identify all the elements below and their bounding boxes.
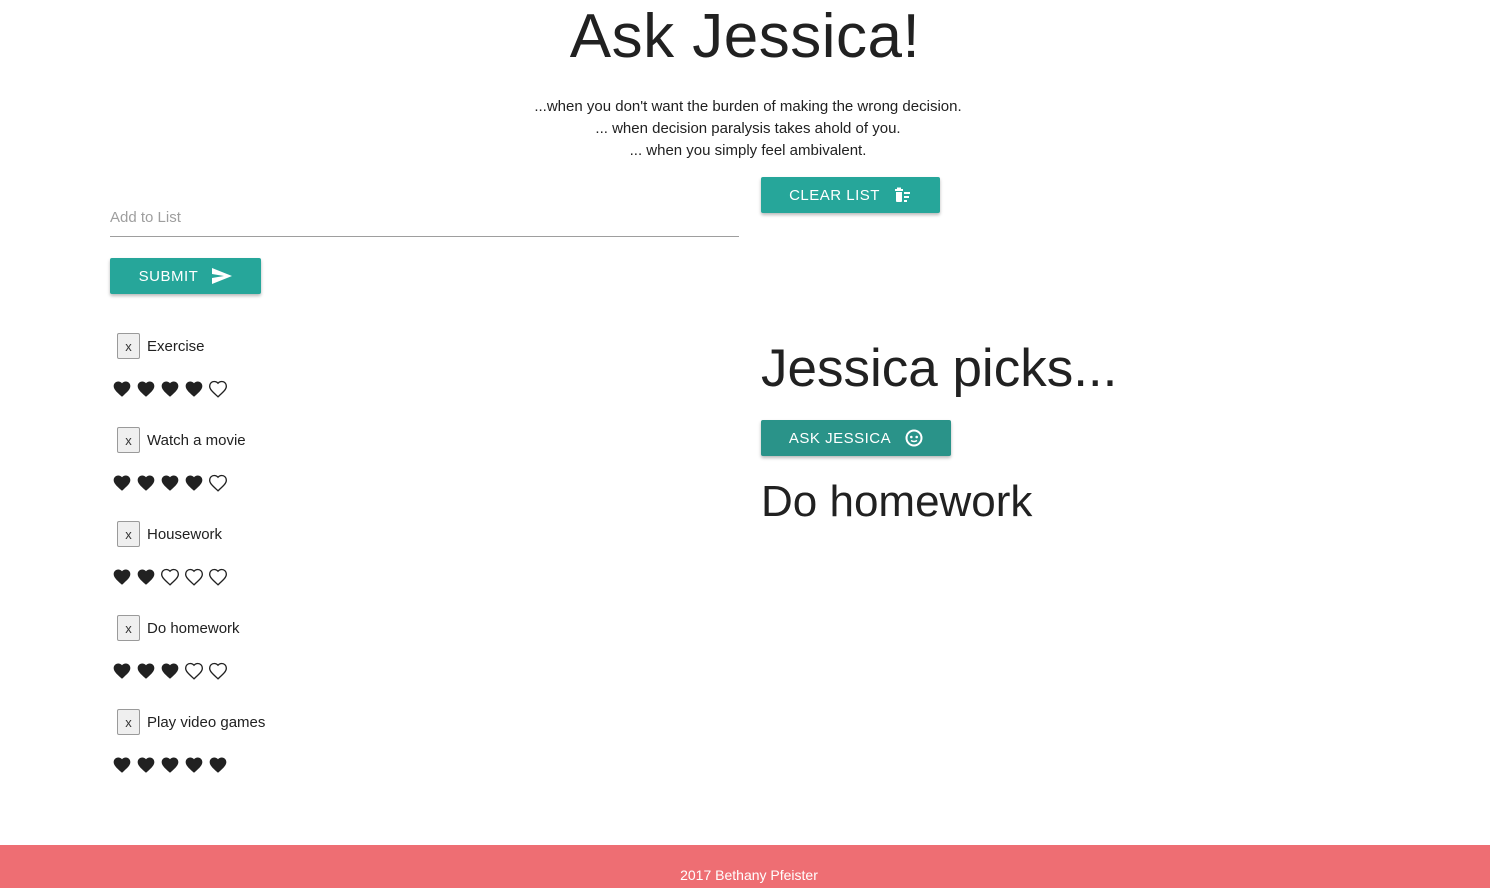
heart-filled-icon[interactable] xyxy=(183,755,205,775)
heart-outline-icon[interactable] xyxy=(183,661,205,681)
face-icon xyxy=(905,429,923,447)
rating-hearts xyxy=(111,661,229,681)
submit-label: SUBMIT xyxy=(138,267,199,285)
page-title: Ask Jessica! xyxy=(569,2,921,71)
remove-item-button[interactable]: x xyxy=(117,333,140,359)
list-item-row: x Exercise xyxy=(110,332,205,360)
remove-item-button[interactable]: x xyxy=(117,709,140,735)
remove-item-button[interactable]: x xyxy=(117,521,140,547)
ask-jessica-label: ASK JESSICA xyxy=(788,429,892,447)
rating-hearts xyxy=(111,567,229,587)
heart-filled-icon[interactable] xyxy=(135,379,157,399)
heart-filled-icon[interactable] xyxy=(183,379,205,399)
heart-outline-icon[interactable] xyxy=(159,567,181,587)
heart-outline-icon[interactable] xyxy=(207,661,229,681)
list-item-label: Play video games xyxy=(147,713,266,731)
list-item: x Housework xyxy=(110,520,710,614)
picks-heading: Jessica picks... xyxy=(761,339,1118,398)
heart-filled-icon[interactable] xyxy=(159,379,181,399)
heart-filled-icon[interactable] xyxy=(135,567,157,587)
heart-outline-icon[interactable] xyxy=(207,379,229,399)
heart-filled-icon[interactable] xyxy=(111,473,133,493)
heart-filled-icon[interactable] xyxy=(111,755,133,775)
remove-item-button[interactable]: x xyxy=(117,427,140,453)
tagline-line: ...when you don't want the burden of mak… xyxy=(534,98,962,115)
footer-text: 2017 Bethany Pfeister xyxy=(680,867,818,883)
heart-filled-icon[interactable] xyxy=(111,379,133,399)
clear-list-label: CLEAR LIST xyxy=(789,186,880,204)
list-item-label: Watch a movie xyxy=(147,431,246,449)
submit-button[interactable]: SUBMIT xyxy=(110,258,261,294)
heart-filled-icon[interactable] xyxy=(135,661,157,681)
list-item-row: x Do homework xyxy=(110,614,240,642)
delete-sweep-icon xyxy=(894,187,912,203)
list-item-row: x Housework xyxy=(110,520,222,548)
heart-outline-icon[interactable] xyxy=(183,567,205,587)
list-item-label: Housework xyxy=(147,525,223,543)
clear-list-button[interactable]: CLEAR LIST xyxy=(761,177,940,213)
heart-filled-icon[interactable] xyxy=(135,755,157,775)
heart-filled-icon[interactable] xyxy=(135,473,157,493)
list-item: x Exercise xyxy=(110,332,710,426)
heart-filled-icon[interactable] xyxy=(111,567,133,587)
list-item-row: x Watch a movie xyxy=(110,426,246,454)
pick-result: Do homework xyxy=(761,477,1033,526)
footer: 2017 Bethany Pfeister xyxy=(0,845,1490,888)
rating-hearts xyxy=(111,473,229,493)
heart-outline-icon[interactable] xyxy=(207,473,229,493)
rating-hearts xyxy=(111,379,229,399)
list-item: x Do homework xyxy=(110,614,710,708)
list-item-label: Exercise xyxy=(147,337,205,355)
send-icon xyxy=(212,268,233,284)
list-item-row: x Play video games xyxy=(110,708,265,736)
remove-item-button[interactable]: x xyxy=(117,615,140,641)
heart-filled-icon[interactable] xyxy=(159,473,181,493)
tagline-line: ... when you simply feel ambivalent. xyxy=(629,142,867,159)
list-item-label: Do homework xyxy=(147,619,240,637)
choice-list: x Exercise x Watch a movie x Housework x Do hom… xyxy=(110,332,710,802)
heart-filled-icon[interactable] xyxy=(183,473,205,493)
add-to-list-input[interactable] xyxy=(110,198,739,237)
ask-jessica-button[interactable]: ASK JESSICA xyxy=(761,420,951,456)
tagline: ...when you don't want the burden of mak… xyxy=(0,96,1490,162)
tagline-line: ... when decision paralysis takes ahold … xyxy=(595,120,901,137)
heart-filled-icon[interactable] xyxy=(159,755,181,775)
list-item: x Play video games xyxy=(110,708,710,802)
heart-outline-icon[interactable] xyxy=(207,567,229,587)
heart-filled-icon[interactable] xyxy=(207,755,229,775)
list-item: x Watch a movie xyxy=(110,426,710,520)
heart-filled-icon[interactable] xyxy=(159,661,181,681)
heart-filled-icon[interactable] xyxy=(111,661,133,681)
rating-hearts xyxy=(111,755,229,775)
